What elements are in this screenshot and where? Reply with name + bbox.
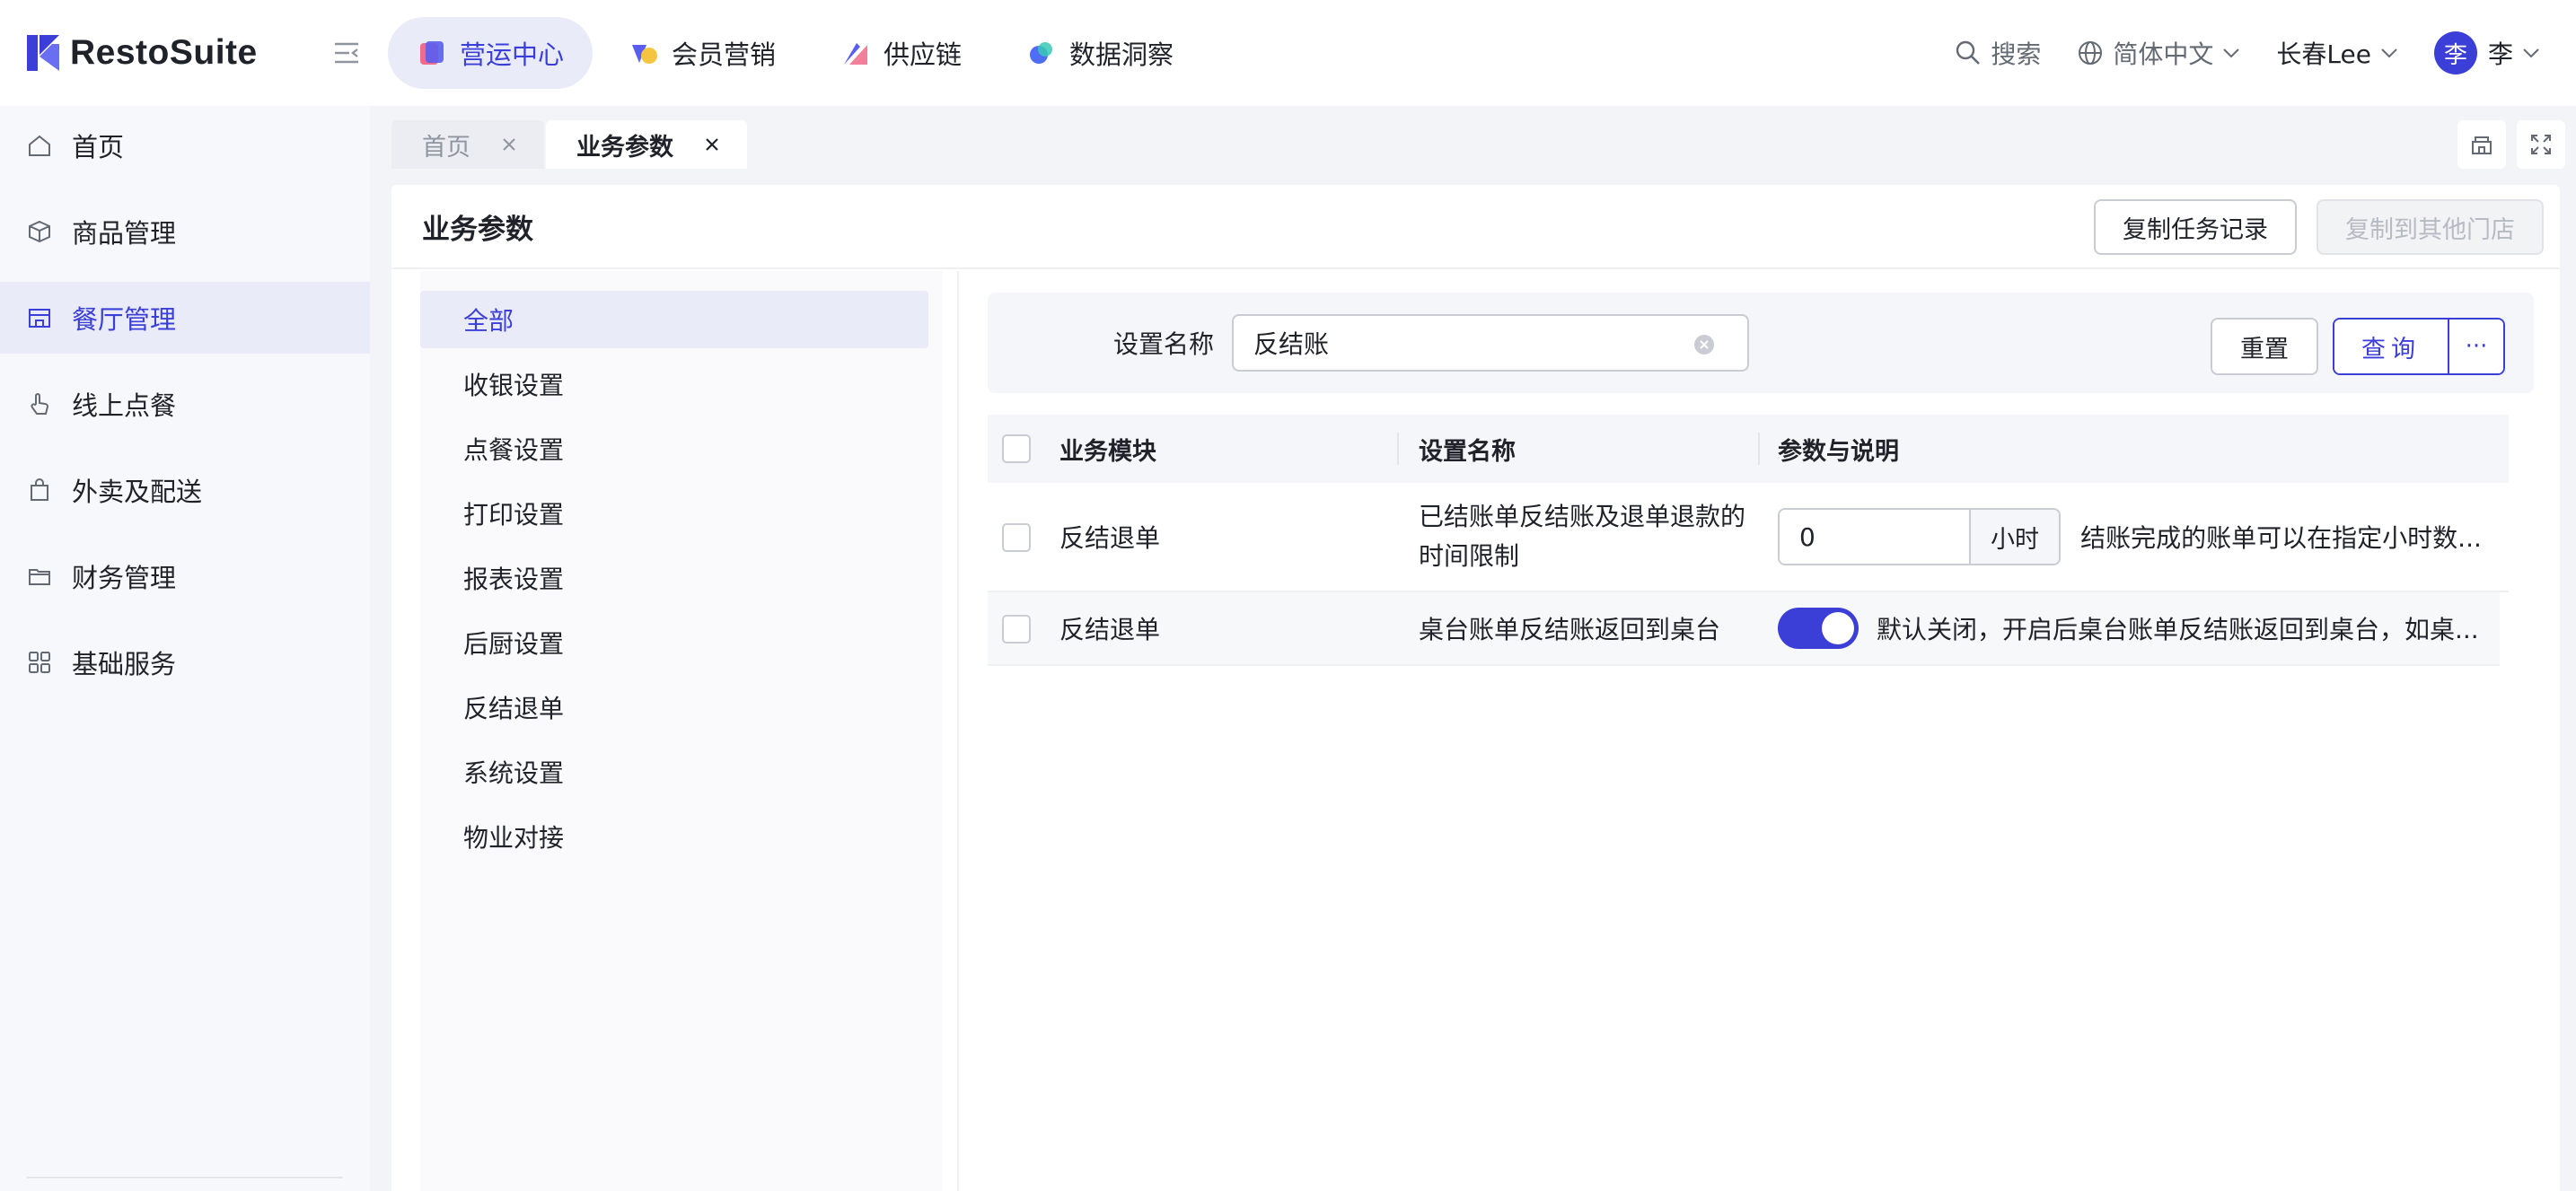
category-kitchen[interactable]: 后厨设置 xyxy=(420,614,928,671)
row-setting-name: 已结账单反结账及退单退款的时间限制 xyxy=(1419,502,1746,571)
category-list: 全部 收银设置 点餐设置 打印设置 报表设置 后厨设置 反结退单 系统设置 物业… xyxy=(420,291,928,872)
tab-business-params[interactable]: 业务参数 xyxy=(546,120,747,169)
row-module: 反结退单 xyxy=(1059,523,1161,553)
store-icon xyxy=(29,309,50,328)
sidebar-divider xyxy=(27,1177,343,1178)
row-description: 默认关闭，开启后桌台账单反结账返回到桌台，如桌... xyxy=(1877,615,2479,644)
restosuite-logo-icon xyxy=(27,35,59,71)
more-options-button[interactable]: ··· xyxy=(2449,320,2503,373)
category-cashier[interactable]: 收银设置 xyxy=(420,355,928,413)
sidebar-item-home[interactable]: 首页 xyxy=(0,109,370,181)
search-button[interactable]: 搜索 xyxy=(1955,35,2041,71)
content-area: 设置名称 反结账 重置 查询 ··· 业务模块 设置名称 参数与说明 反结退单 … xyxy=(988,293,2534,666)
category-property[interactable]: 物业对接 xyxy=(420,808,928,865)
avatar: 李 xyxy=(2433,31,2477,74)
store-icon xyxy=(2472,136,2492,154)
hours-input[interactable]: 0 xyxy=(1780,510,1971,564)
member-icon xyxy=(632,45,658,64)
column-header-name: 设置名称 xyxy=(1419,437,1516,466)
select-all-checkbox[interactable] xyxy=(1002,434,1031,463)
sidebar-item-online-order[interactable]: 线上点餐 xyxy=(0,368,370,440)
category-all[interactable]: 全部 xyxy=(420,291,928,348)
table-row: 反结退单 桌台账单反结账返回到桌台 默认关闭，开启后桌台账单反结账返回到桌台，如… xyxy=(988,592,2500,666)
tab-home[interactable]: 首页 xyxy=(391,120,544,169)
supply-chain-icon xyxy=(844,43,868,65)
row-description: 结账完成的账单可以在指定小时数... xyxy=(2080,523,2482,553)
chevron-down-icon xyxy=(2523,48,2539,58)
query-button-group: 查询 ··· xyxy=(2333,318,2505,375)
category-refund[interactable]: 反结退单 xyxy=(420,679,928,736)
category-reports[interactable]: 报表设置 xyxy=(420,549,928,607)
search-icon xyxy=(1956,40,1981,65)
query-button[interactable]: 查询 xyxy=(2334,320,2449,373)
topnav-data-insight[interactable]: 数据洞察 xyxy=(998,17,1202,89)
topnav-member-marketing[interactable]: 会员营销 xyxy=(600,17,804,89)
hours-unit: 小时 xyxy=(1970,510,2060,564)
params-table: 业务模块 设置名称 参数与说明 反结退单 已结账单反结账及退单退款的时间限制 0… xyxy=(988,415,2509,666)
hours-input-group: 0 小时 xyxy=(1778,508,2062,565)
close-icon[interactable] xyxy=(499,135,519,154)
panel-header: 业务参数 复制任务记录 复制到其他门店 xyxy=(391,185,2560,269)
chevron-down-icon xyxy=(2381,48,2397,58)
category-printing[interactable]: 打印设置 xyxy=(420,485,928,542)
sidebar-item-delivery[interactable]: 外卖及配送 xyxy=(0,454,370,526)
copy-to-stores-button[interactable]: 复制到其他门店 xyxy=(2317,199,2544,255)
row-module: 反结退单 xyxy=(1059,615,1161,644)
bag-icon xyxy=(31,478,48,501)
globe-icon xyxy=(2079,41,2103,65)
category-system[interactable]: 系统设置 xyxy=(420,743,928,801)
hand-tap-icon xyxy=(31,393,49,415)
tab-tools xyxy=(2457,120,2576,169)
sidebar-item-basic-services[interactable]: 基础服务 xyxy=(0,626,370,698)
topnav-operations[interactable]: 营运中心 xyxy=(388,17,593,89)
category-ordering[interactable]: 点餐设置 xyxy=(420,420,928,477)
row-checkbox[interactable] xyxy=(1002,615,1031,644)
collapse-menu-icon[interactable] xyxy=(329,35,365,71)
data-icon xyxy=(1030,42,1053,64)
category-panel: 全部 收银设置 点餐设置 打印设置 报表设置 后厨设置 反结退单 系统设置 物业… xyxy=(391,271,959,1191)
home-icon xyxy=(29,135,50,156)
table-row: 反结退单 已结账单反结账及退单退款的时间限制 0 小时 结账完成的账单可以在指定… xyxy=(988,483,2509,592)
sidebar-item-products[interactable]: 商品管理 xyxy=(0,196,370,267)
org-select[interactable]: 长春Lee xyxy=(2276,35,2398,71)
main-panel: 业务参数 复制任务记录 复制到其他门店 全部 收银设置 点餐设置 打印设置 报表… xyxy=(391,185,2560,1191)
sidebar-item-restaurant[interactable]: 餐厅管理 xyxy=(0,282,370,354)
column-header-module: 业务模块 xyxy=(1059,437,1156,466)
page-tabs: 首页 业务参数 xyxy=(391,120,749,169)
filter-label: 设置名称 xyxy=(1113,329,1215,359)
sidebar: 首页 商品管理 餐厅管理 线上点餐 外卖及配送 财务管理 基础服务 xyxy=(0,106,370,1191)
topnav-supply-chain[interactable]: 供应链 xyxy=(812,17,990,89)
copy-records-button[interactable]: 复制任务记录 xyxy=(2094,199,2297,255)
operations-icon xyxy=(420,41,444,65)
row-setting-name: 桌台账单反结账返回到桌台 xyxy=(1419,615,1721,644)
header-actions: 搜索 简体中文 长春Lee 李 李 xyxy=(1955,0,2576,106)
store-switch-button[interactable] xyxy=(2457,120,2506,169)
grid-icon xyxy=(29,652,50,673)
header-buttons: 复制任务记录 复制到其他门店 xyxy=(2074,199,2544,255)
clear-icon[interactable] xyxy=(1693,334,1715,355)
box-icon xyxy=(29,220,50,243)
sidebar-item-finance[interactable]: 财务管理 xyxy=(0,540,370,612)
brand[interactable]: RestoSuite xyxy=(25,33,329,73)
row-checkbox[interactable] xyxy=(1002,523,1031,552)
language-select[interactable]: 简体中文 xyxy=(2077,35,2240,71)
return-to-table-toggle[interactable] xyxy=(1778,608,1859,649)
page-title: 业务参数 xyxy=(422,213,533,246)
setting-name-input[interactable]: 反结账 xyxy=(1232,314,1749,372)
top-navigation: 营运中心 会员营销 供应链 数据洞察 xyxy=(388,17,1209,89)
column-header-params: 参数与说明 xyxy=(1778,437,1899,466)
filter-bar: 设置名称 反结账 重置 查询 ··· xyxy=(988,293,2534,393)
brand-name: RestoSuite xyxy=(70,33,258,72)
top-header: RestoSuite 营运中心 会员营销 供应链 数据洞察 搜索 简体中文 长春… xyxy=(0,0,2576,106)
fullscreen-icon xyxy=(2531,135,2551,154)
fullscreen-button[interactable] xyxy=(2517,120,2565,169)
chevron-down-icon xyxy=(2223,48,2240,58)
table-header: 业务模块 设置名称 参数与说明 xyxy=(988,415,2509,483)
close-icon[interactable] xyxy=(702,135,722,154)
reset-button[interactable]: 重置 xyxy=(2211,318,2318,375)
user-menu[interactable]: 李 李 xyxy=(2433,31,2540,74)
folder-icon xyxy=(29,569,50,585)
